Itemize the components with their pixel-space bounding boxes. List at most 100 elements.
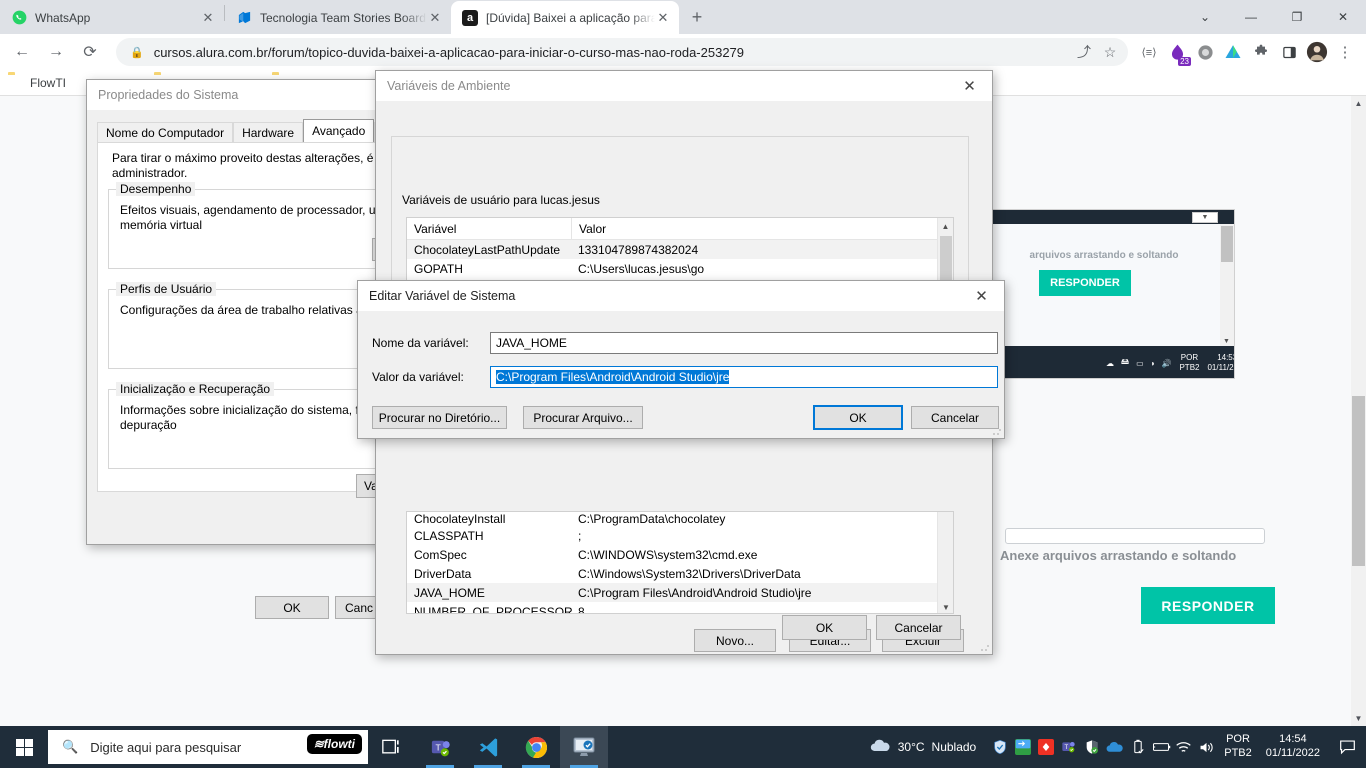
adblock-icon[interactable]	[1192, 39, 1218, 65]
maximize-button[interactable]: ❐	[1274, 1, 1320, 33]
browse-file-button[interactable]: Procurar Arquivo...	[523, 406, 643, 429]
address-bar[interactable]: 🔒 cursos.alura.com.br/forum/topico-duvid…	[116, 38, 1128, 66]
taskbar-weather[interactable]: 30°C Nublado	[869, 738, 989, 756]
table-row[interactable]: CLASSPATH ;	[407, 526, 953, 545]
variable-name-input[interactable]: JAVA_HOME	[490, 332, 998, 354]
system-variables-list[interactable]: ChocolateyInstall C:\ProgramData\chocola…	[406, 511, 954, 614]
tab-search-icon[interactable]: ⌄	[1182, 1, 1228, 33]
tab-nome-do-computador[interactable]: Nome do Computador	[97, 122, 234, 142]
wifi-icon[interactable]	[1172, 726, 1195, 768]
new-tab-button[interactable]: +	[683, 3, 711, 31]
scroll-down-icon[interactable]: ▼	[938, 599, 953, 613]
close-tab-icon[interactable]: ✕	[427, 10, 443, 26]
table-row[interactable]: DriverData C:\Windows\System32\Drivers\D…	[407, 564, 953, 583]
microsoft-teams-icon[interactable]: T	[416, 726, 464, 768]
system-list-scrollbar[interactable]: ▼	[937, 512, 953, 613]
variable-value-text: C:\Program Files\Android\Android Studio\…	[496, 370, 730, 384]
tab-hardware[interactable]: Hardware	[233, 122, 304, 142]
scroll-down-icon[interactable]: ▼	[1351, 711, 1366, 726]
bookmark-flowti[interactable]: FlowTI	[8, 75, 66, 91]
share-icon[interactable]: ⤴	[1072, 40, 1096, 64]
close-icon[interactable]: ✕	[959, 281, 1004, 311]
grammarly-icon[interactable]	[1220, 39, 1246, 65]
onedrive-icon[interactable]	[1103, 726, 1126, 768]
close-tab-icon[interactable]: ✕	[655, 10, 671, 26]
teamviewer-icon[interactable]	[1011, 726, 1034, 768]
variable-name: GOPATH	[414, 261, 463, 276]
system-properties-ok-button[interactable]: OK	[255, 596, 329, 619]
close-tab-icon[interactable]: ✕	[200, 10, 216, 26]
embedded-shot-taskbar: ☁ 🖴 ▭ ◗ 🔊 POR PTB2 14:53 01/11/2022 ▢	[986, 346, 1234, 378]
puzzle-icon[interactable]	[1248, 39, 1274, 65]
taskbar-clock[interactable]: 14:54 01/11/2022	[1258, 733, 1328, 761]
new-label: Novo...	[715, 633, 754, 648]
forward-button[interactable]: →	[42, 38, 70, 66]
google-chrome-icon[interactable]	[512, 726, 560, 768]
column-header-valor[interactable]: Valor	[572, 218, 953, 239]
scroll-up-icon[interactable]: ▲	[1351, 96, 1366, 111]
minimize-button[interactable]: —	[1228, 1, 1274, 33]
back-button[interactable]: ←	[8, 38, 36, 66]
new-variable-button[interactable]: Novo...	[694, 629, 776, 652]
variable-value: C:\WINDOWS\system32\cmd.exe	[578, 547, 758, 562]
env-vars-cancel[interactable]: Cancelar	[876, 615, 961, 640]
start-button[interactable]	[0, 726, 48, 768]
tab-avancado[interactable]: Avançado	[303, 119, 375, 142]
embedded-shot-reply-button: RESPONDER	[1039, 270, 1131, 296]
chrome-menu-icon[interactable]: ⋮	[1332, 39, 1358, 65]
reply-button[interactable]: RESPONDER	[1141, 587, 1275, 624]
reply-textarea[interactable]	[1005, 528, 1265, 544]
page-scrollbar[interactable]: ▲ ▼	[1351, 96, 1366, 726]
scroll-up-icon[interactable]: ▲	[938, 218, 953, 234]
star-icon[interactable]: ☆	[1098, 40, 1122, 64]
table-row[interactable]: ChocolateyInstall C:\ProgramData\chocola…	[407, 512, 953, 526]
language-indicator[interactable]: POR PTB2	[1218, 733, 1258, 761]
honey-icon[interactable]: 23	[1164, 39, 1191, 66]
taskbar-search-box[interactable]: 🔍 Digite aqui para pesquisar ≋flowti	[48, 730, 368, 764]
teams-tray-icon[interactable]: T	[1057, 726, 1080, 768]
profile-avatar[interactable]	[1304, 39, 1330, 65]
table-row[interactable]: ChocolateyLastPathUpdate 133104789874382…	[407, 240, 953, 259]
browser-tab-devops[interactable]: Tecnologia Team Stories Board - ✕	[225, 1, 451, 34]
table-row[interactable]: GOPATH C:\Users\lucas.jesus\go	[407, 259, 953, 278]
defender-icon[interactable]	[1080, 726, 1103, 768]
volume-icon[interactable]	[1195, 726, 1218, 768]
browse-file-label: Procurar Arquivo...	[533, 410, 633, 425]
browse-directory-button[interactable]: Procurar no Diretório...	[372, 406, 507, 429]
embedded-shot-layout: PTB2	[1179, 363, 1200, 372]
resize-grip[interactable]	[992, 426, 1002, 436]
windows-security-icon[interactable]	[988, 726, 1011, 768]
window-controls: ⌄ — ❐ ✕	[1182, 0, 1366, 34]
task-view-icon[interactable]	[368, 726, 416, 768]
edit-variable-cancel-button[interactable]: Cancelar	[911, 406, 999, 429]
sidepanel-icon[interactable]	[1276, 39, 1302, 65]
translate-icon[interactable]: ⟨≡⟩	[1136, 39, 1162, 65]
variable-value-input[interactable]: C:\Program Files\Android\Android Studio\…	[490, 366, 998, 388]
lock-icon: 🔒	[130, 46, 144, 59]
page-scroll-thumb[interactable]	[1352, 396, 1365, 566]
red-app-icon[interactable]	[1034, 726, 1057, 768]
resize-grip[interactable]	[980, 642, 990, 652]
reload-button[interactable]: ⟳	[76, 38, 104, 66]
usb-icon[interactable]	[1126, 726, 1149, 768]
tab-label: Hardware	[242, 125, 295, 140]
inicializacao-line2: depuração	[120, 418, 177, 432]
table-row[interactable]: ComSpec C:\WINDOWS\system32\cmd.exe	[407, 545, 953, 564]
browser-tab-whatsapp[interactable]: WhatsApp ✕	[0, 1, 224, 34]
embedded-shot-lang: POR	[1180, 353, 1199, 363]
embedded-shot-date: 01/11/2022	[1207, 363, 1234, 372]
column-header-variavel[interactable]: Variável	[407, 218, 572, 239]
battery-icon[interactable]	[1149, 726, 1172, 768]
honey-badge: 23	[1178, 57, 1191, 66]
table-row[interactable]: NUMBER_OF_PROCESSORS 8	[407, 602, 953, 614]
vs-code-icon[interactable]	[464, 726, 512, 768]
usb-icon: 🖴	[1121, 357, 1130, 366]
close-window-button[interactable]: ✕	[1320, 1, 1366, 33]
remote-desktop-icon[interactable]	[560, 726, 608, 768]
close-icon[interactable]: ✕	[947, 71, 992, 101]
env-vars-ok[interactable]: OK	[782, 615, 867, 640]
browser-tab-alura[interactable]: a [Dúvida] Baixei a aplicação para i ✕	[451, 1, 679, 34]
edit-variable-ok-button[interactable]: OK	[813, 405, 903, 430]
table-row[interactable]: JAVA_HOME C:\Program Files\Android\Andro…	[407, 583, 953, 602]
action-center-icon[interactable]	[1328, 726, 1366, 768]
